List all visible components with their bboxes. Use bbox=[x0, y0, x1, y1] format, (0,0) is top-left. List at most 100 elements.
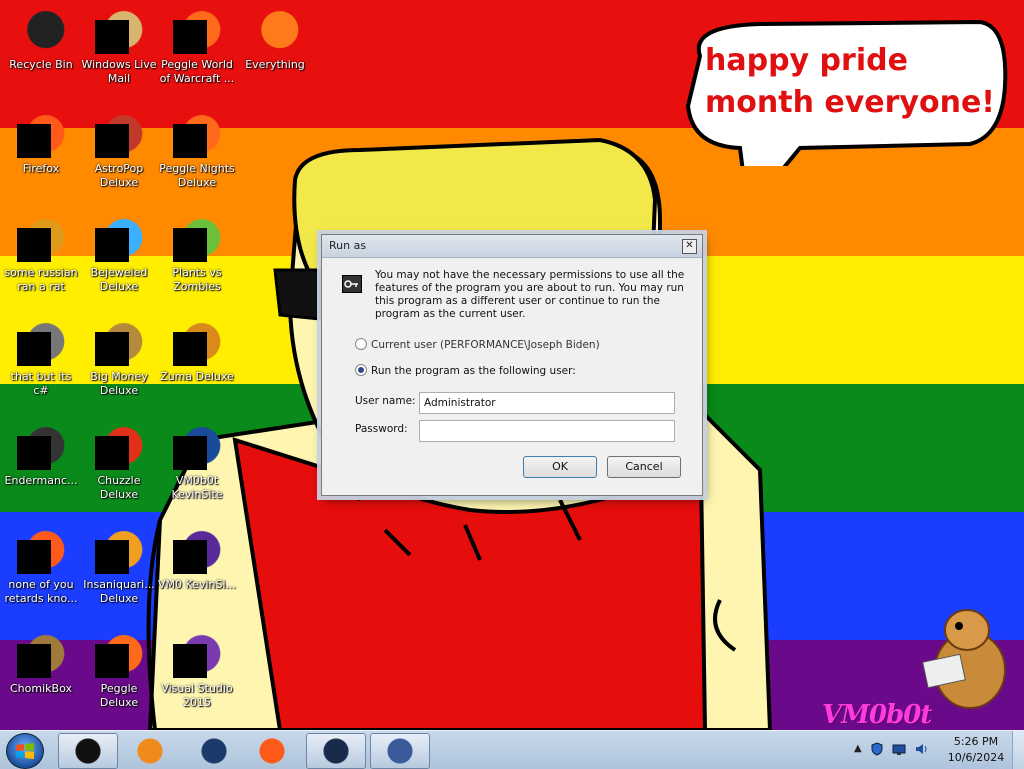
game-icon bbox=[95, 112, 143, 160]
redaction-box bbox=[95, 228, 129, 262]
desktop-icon[interactable]: VM0b0t KevinSite bbox=[158, 424, 236, 502]
taskbar: ▲ 5:26 PM 10/6/2024 bbox=[0, 730, 1024, 769]
desktop-icon[interactable]: that but its c# bbox=[2, 320, 80, 398]
show-hidden-icons-chevron-icon[interactable]: ▲ bbox=[854, 743, 864, 755]
redaction-box bbox=[173, 332, 207, 366]
desktop-icon-label: Windows Live Mail bbox=[81, 58, 157, 85]
desktop-icon[interactable]: Recycle Bin bbox=[2, 8, 80, 72]
taskbar-button[interactable] bbox=[58, 733, 118, 769]
file-icon bbox=[173, 528, 221, 576]
search-icon bbox=[251, 8, 299, 56]
clock-date[interactable]: 10/6/2024 bbox=[944, 751, 1008, 764]
redaction-box bbox=[173, 20, 207, 54]
radio-following-user-label: Run the program as the following user: bbox=[371, 365, 576, 377]
peggle-icon bbox=[173, 8, 221, 56]
desktop-icon[interactable]: Big Money Deluxe bbox=[80, 320, 158, 398]
redaction-box bbox=[17, 436, 51, 470]
desktop-icon[interactable]: Firefox bbox=[2, 112, 80, 176]
desktop-icon-label: Peggle Deluxe bbox=[99, 682, 139, 709]
mail-icon bbox=[95, 8, 143, 56]
desktop-icon[interactable]: Peggle Nights Deluxe bbox=[158, 112, 236, 190]
chomikbox-icon bbox=[17, 632, 65, 680]
media-player-icon bbox=[135, 738, 165, 764]
start-button[interactable] bbox=[6, 733, 44, 769]
desktop-icon[interactable]: Bejeweled Deluxe bbox=[80, 216, 158, 294]
redaction-box bbox=[17, 644, 51, 678]
show-desktop-button[interactable] bbox=[1012, 731, 1024, 769]
password-field[interactable] bbox=[419, 420, 675, 442]
radio-button-icon[interactable] bbox=[355, 338, 367, 350]
desktop-icon-label: Zuma Deluxe bbox=[160, 370, 234, 383]
dialog-titlebar[interactable]: Run as ✕ bbox=[322, 235, 702, 258]
desktop-icon[interactable]: some russian ran a rat bbox=[2, 216, 80, 294]
window-icon bbox=[17, 320, 65, 368]
desktop-icon[interactable]: ChomikBox bbox=[2, 632, 80, 696]
ok-button[interactable]: OK bbox=[523, 456, 597, 478]
desktop-icon-label: Insaniquari... Deluxe bbox=[83, 578, 155, 605]
close-button[interactable]: ✕ bbox=[682, 239, 697, 254]
monitor-icon bbox=[321, 738, 351, 764]
volume-icon[interactable] bbox=[914, 742, 928, 756]
money-bag-icon bbox=[95, 320, 143, 368]
desktop-icon[interactable]: Chuzzle Deluxe bbox=[80, 424, 158, 502]
username-field[interactable] bbox=[419, 392, 675, 414]
password-label: Password: bbox=[355, 423, 408, 435]
key-icon bbox=[342, 275, 362, 293]
radio-current-user[interactable]: Current user (PERFORMANCE\Joseph Biden) bbox=[355, 338, 600, 351]
taskbar-button[interactable] bbox=[306, 733, 366, 769]
radio-button-checked-icon[interactable] bbox=[355, 364, 367, 376]
redaction-box bbox=[95, 20, 129, 54]
desktop-icon[interactable]: Zuma Deluxe bbox=[158, 320, 236, 384]
radio-following-user[interactable]: Run the program as the following user: bbox=[355, 364, 576, 377]
desktop-icon[interactable]: AstroPop Deluxe bbox=[80, 112, 158, 190]
network-icon[interactable] bbox=[892, 742, 906, 756]
desktop-icon-label: Endermanc... bbox=[4, 474, 78, 487]
globe-icon bbox=[199, 738, 229, 764]
redaction-box bbox=[17, 124, 51, 158]
desktop-icon-label: Peggle Nights Deluxe bbox=[159, 162, 235, 189]
redaction-box bbox=[173, 228, 207, 262]
desktop-icon[interactable]: Everything bbox=[236, 8, 314, 72]
redaction-box bbox=[95, 436, 129, 470]
desktop-icon[interactable]: Peggle Deluxe bbox=[80, 632, 158, 710]
plant-icon bbox=[173, 216, 221, 264]
gem-icon bbox=[95, 216, 143, 264]
desktop-icon-label: that but its c# bbox=[10, 370, 72, 397]
visual-studio-icon bbox=[173, 632, 221, 680]
taskbar-button[interactable] bbox=[370, 733, 430, 769]
shield-icon[interactable] bbox=[870, 742, 884, 756]
desktop-icon[interactable]: none of you retards kno... bbox=[2, 528, 80, 606]
peggle-icon bbox=[95, 632, 143, 680]
dialog-title: Run as bbox=[329, 239, 367, 252]
desktop-icon-label: VM0 KevinSi... bbox=[158, 578, 237, 591]
desktop-icon[interactable]: Visual Studio 2015 bbox=[158, 632, 236, 710]
taskbar-button[interactable] bbox=[120, 733, 180, 769]
cancel-button[interactable]: Cancel bbox=[607, 456, 681, 478]
desktop-icon[interactable]: Peggle World of Warcraft ... bbox=[158, 8, 236, 86]
desktop-icon[interactable]: Endermanc... bbox=[2, 424, 80, 488]
desktop-icon[interactable]: Plants vs Zombies bbox=[158, 216, 236, 294]
taskbar-button[interactable] bbox=[242, 733, 302, 769]
desktop-icon[interactable]: Insaniquari... Deluxe bbox=[80, 528, 158, 606]
username-label: User name: bbox=[355, 395, 416, 407]
black-box-icon bbox=[73, 738, 103, 764]
desktop-icon-label: Big Money Deluxe bbox=[90, 370, 148, 397]
system-tray: ▲ 5:26 PM 10/6/2024 bbox=[844, 731, 1024, 769]
taskbar-button[interactable] bbox=[184, 733, 244, 769]
desktop-icon-label: AstroPop Deluxe bbox=[94, 162, 144, 189]
desktop-icon[interactable]: Windows Live Mail bbox=[80, 8, 158, 86]
redaction-box bbox=[173, 124, 207, 158]
desktop-icon-label: none of you retards kno... bbox=[4, 578, 78, 605]
redaction-box bbox=[173, 644, 207, 678]
monitor-icon bbox=[173, 424, 221, 472]
desktop-icon-label: Bejeweled Deluxe bbox=[90, 266, 148, 293]
desktop-icon[interactable]: VM0 KevinSi... bbox=[158, 528, 236, 592]
desktop-icon-label: Visual Studio 2015 bbox=[161, 682, 233, 709]
run-as-icon bbox=[385, 738, 415, 764]
clock-time[interactable]: 5:26 PM bbox=[944, 735, 1008, 748]
app-icon bbox=[17, 216, 65, 264]
chuzzle-icon bbox=[95, 424, 143, 472]
peggle-icon bbox=[173, 112, 221, 160]
desktop-icon-label: Peggle World of Warcraft ... bbox=[159, 58, 235, 85]
redaction-box bbox=[17, 332, 51, 366]
